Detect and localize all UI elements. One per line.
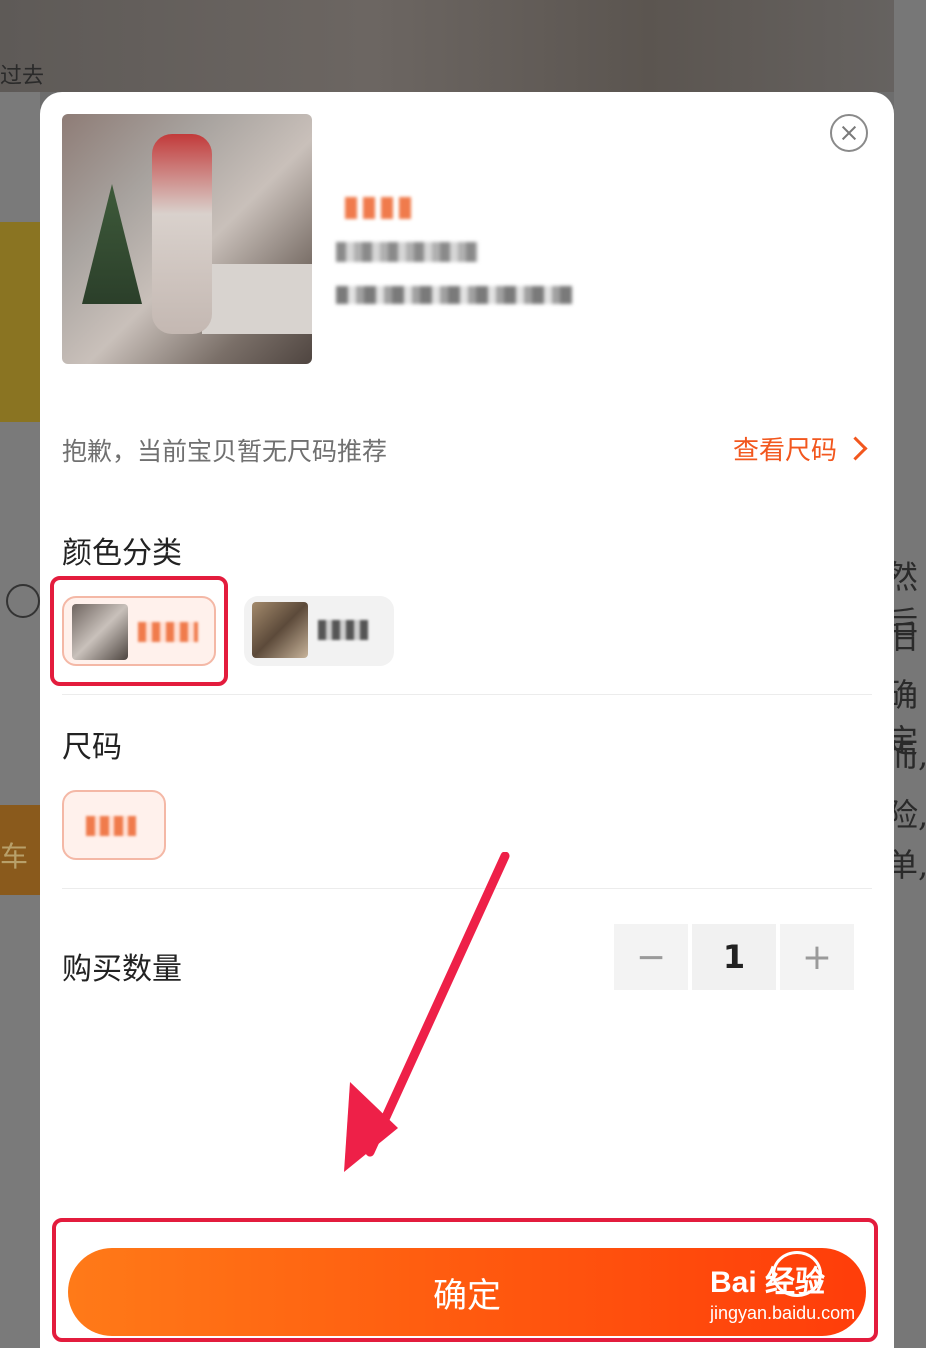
size-recommendation-note: 抱歉，当前宝贝暂无尺码推荐 [62,437,388,466]
quantity-label: 购买数量 [62,952,182,987]
annotation-arrow-icon [344,852,510,1172]
highlight-box-confirm [52,1218,878,1342]
quantity-value[interactable]: 1 [692,924,776,990]
color-option-label-blurred [318,620,368,640]
sku-selection-sheet: 抱歉，当前宝贝暂无尺码推荐 查看尺码 颜色分类 尺码 购买数量 − 1 + 确定… [40,92,894,1348]
highlight-box-color [50,576,228,686]
product-stock-blurred [336,242,478,262]
color-option-thumbnail [252,602,308,658]
increase-quantity-button[interactable]: + [780,924,854,990]
size-section-title: 尺码 [62,730,122,765]
view-size-chart-label: 查看尺码 [732,436,837,466]
background-left-bottom-text: 车 [0,840,29,873]
decrease-quantity-button[interactable]: − [614,924,688,990]
background-header-image [0,0,926,92]
product-price-blurred [345,197,417,219]
clock-icon [6,584,40,618]
size-option-label-blurred [86,816,136,836]
color-option-2[interactable] [244,596,394,666]
product-image [62,114,312,364]
view-size-chart-link[interactable]: 查看尺码 [732,430,868,467]
quantity-stepper: − 1 + [614,924,854,990]
size-option-1[interactable] [62,790,166,860]
chevron-right-icon [843,436,868,461]
divider [62,694,872,695]
close-icon[interactable] [830,114,868,152]
color-section-title: 颜色分类 [62,536,182,571]
product-selected-blurred [336,286,572,304]
background-yellow-block [0,222,40,422]
background-left-text: 过去 [0,64,45,89]
